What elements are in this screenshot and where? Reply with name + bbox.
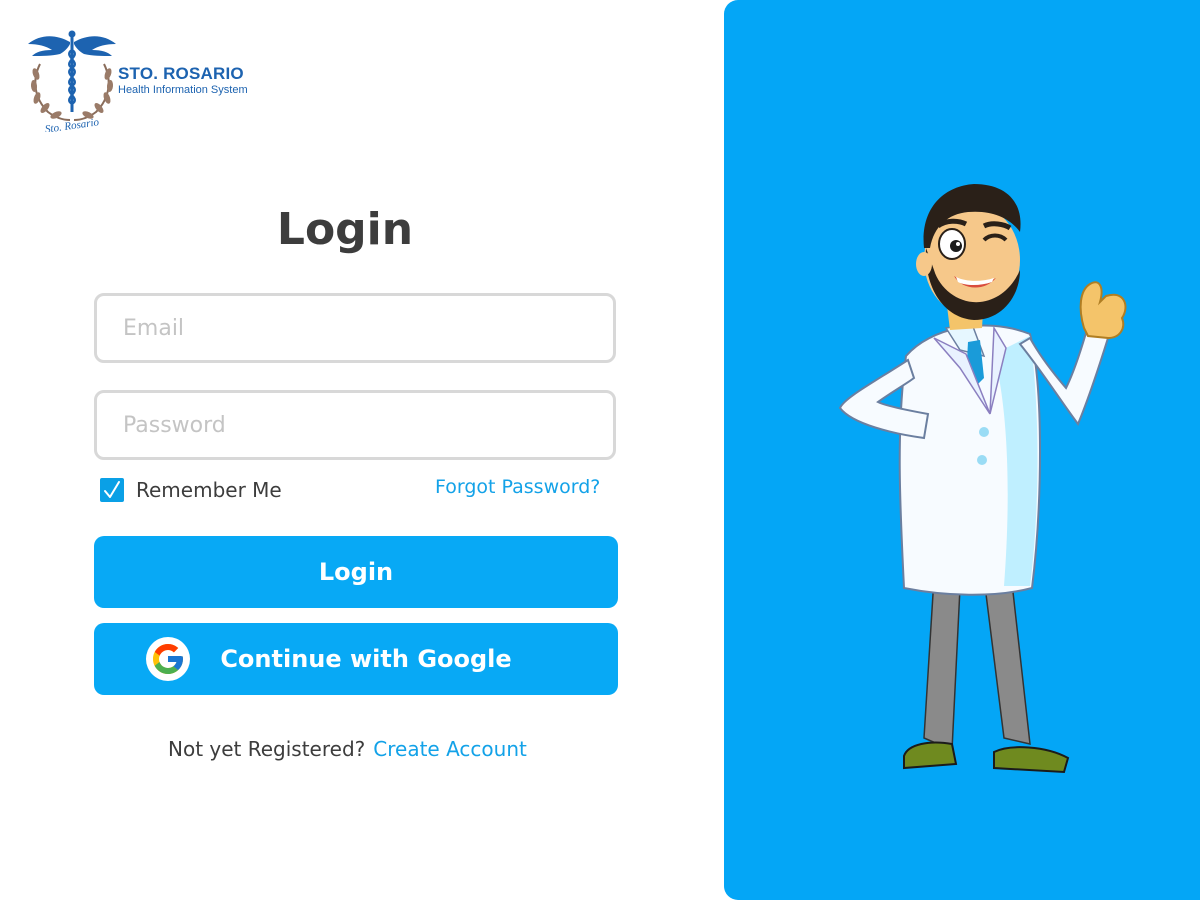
brand-logo: Sto. Rosario STO. ROSARIO Health Informa… [26, 28, 266, 138]
check-icon [104, 481, 120, 498]
register-row: Not yet Registered? Create Account [168, 737, 527, 761]
checkbox-checked[interactable] [100, 478, 124, 502]
create-account-link[interactable]: Create Account [373, 737, 527, 761]
login-button[interactable]: Login [94, 536, 618, 608]
google-signin-button[interactable]: Continue with Google [94, 623, 618, 695]
email-field[interactable] [97, 296, 613, 360]
email-field-container [94, 293, 616, 363]
password-field-container [94, 390, 616, 460]
forgot-password-link[interactable]: Forgot Password? [435, 476, 600, 498]
brand-name: STO. ROSARIO [118, 64, 244, 83]
password-field[interactable] [97, 393, 613, 457]
hero-panel [724, 0, 1200, 900]
page-title: Login [276, 204, 414, 255]
remember-me-label: Remember Me [136, 478, 282, 502]
register-prompt: Not yet Registered? [168, 737, 366, 761]
remember-me-checkbox[interactable]: Remember Me [100, 478, 282, 502]
google-button-label: Continue with Google [220, 645, 512, 673]
caduceus-logo-icon: Sto. Rosario [28, 30, 116, 132]
doctor-thumbs-up-illustration [838, 184, 1127, 774]
login-button-label: Login [318, 558, 394, 586]
brand-subtitle: Health Information System [118, 84, 248, 96]
